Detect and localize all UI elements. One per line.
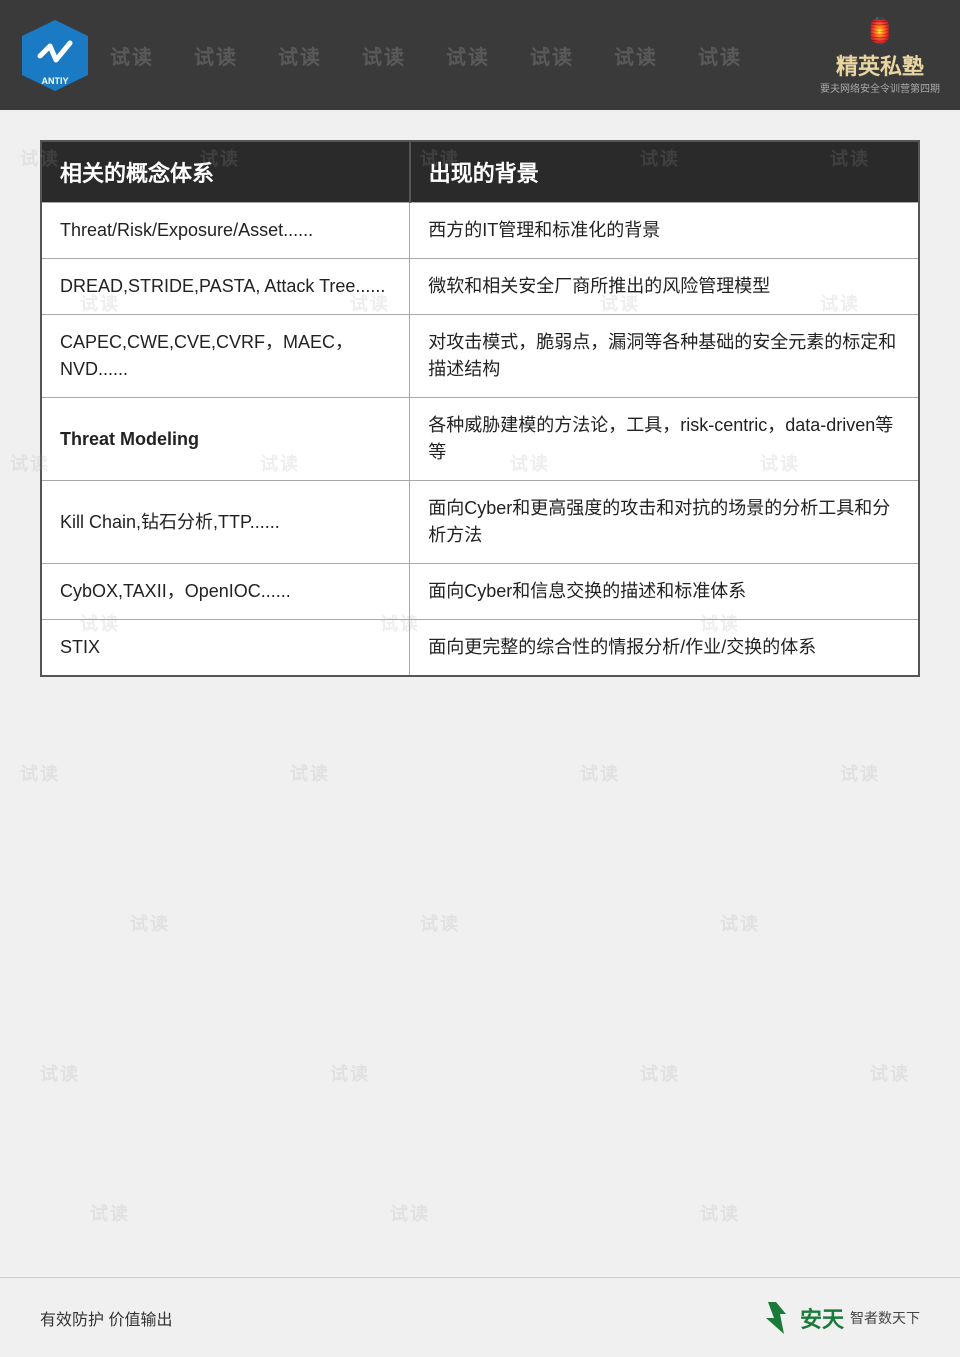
wm-29: 试读 [700, 1200, 740, 1226]
concept-table: 相关的概念体系 出现的背景 Threat/Risk/Exposure/Asset… [40, 140, 920, 677]
brand-subtitle: 要夫网络安全令训营第四期 [820, 80, 940, 95]
header-wm-4: 试读 [362, 41, 406, 70]
brand-icon: 🏮 [853, 16, 908, 56]
table-row: Threat Modeling各种威胁建模的方法论，工具，risk-centri… [41, 398, 919, 481]
header: ANTIY 试读 试读 试读 试读 试读 试读 试读 试读 🏮 精英私塾 要夫网… [0, 0, 960, 110]
table-cell-right-3: 各种威胁建模的方法论，工具，risk-centric，data-driven等等 [410, 398, 919, 481]
wm-27: 试读 [90, 1200, 130, 1226]
main-content: 相关的概念体系 出现的背景 Threat/Risk/Exposure/Asset… [0, 110, 960, 707]
footer-slogan: 有效防护 价值输出 [40, 1306, 172, 1330]
wm-20: 试读 [130, 910, 170, 936]
table-row: CybOX,TAXII，OpenIOC......面向Cyber和信息交换的描述… [41, 564, 919, 620]
wm-17: 试读 [290, 760, 330, 786]
header-wm-1: 试读 [110, 41, 154, 70]
table-cell-left-0: Threat/Risk/Exposure/Asset...... [41, 203, 410, 259]
wm-28: 试读 [390, 1200, 430, 1226]
header-wm-7: 试读 [614, 41, 658, 70]
wm-18: 试读 [580, 760, 620, 786]
wm-24: 试读 [330, 1060, 370, 1086]
header-wm-3: 试读 [278, 41, 322, 70]
table-cell-left-6: STIX [41, 620, 410, 677]
footer-brand-tagline: 智者数天下 [850, 1308, 920, 1328]
footer-brand: 安天 智者数天下 [758, 1300, 920, 1336]
table-cell-left-3: Threat Modeling [41, 398, 410, 481]
svg-text:🏮: 🏮 [863, 16, 895, 46]
table-row: CAPEC,CWE,CVE,CVRF，MAEC，NVD......对攻击模式，脆… [41, 315, 919, 398]
footer-logo-icon [758, 1300, 794, 1336]
table-row: DREAD,STRIDE,PASTA, Attack Tree......微软和… [41, 259, 919, 315]
wm-22: 试读 [720, 910, 760, 936]
wm-16: 试读 [20, 760, 60, 786]
table-row: Threat/Risk/Exposure/Asset......西方的IT管理和… [41, 203, 919, 259]
footer: 有效防护 价值输出 安天 智者数天下 [0, 1277, 960, 1357]
header-brand: 🏮 精英私塾 要夫网络安全令训营第四期 [820, 16, 940, 95]
table-cell-left-2: CAPEC,CWE,CVE,CVRF，MAEC，NVD...... [41, 315, 410, 398]
header-wm-5: 试读 [446, 41, 490, 70]
table-cell-right-2: 对攻击模式，脆弱点，漏洞等各种基础的安全元素的标定和描述结构 [410, 315, 919, 398]
table-cell-left-5: CybOX,TAXII，OpenIOC...... [41, 564, 410, 620]
table-row: STIX面向更完整的综合性的情报分析/作业/交换的体系 [41, 620, 919, 677]
table-cell-right-5: 面向Cyber和信息交换的描述和标准体系 [410, 564, 919, 620]
table-cell-right-1: 微软和相关安全厂商所推出的风险管理模型 [410, 259, 919, 315]
col-header-right: 出现的背景 [410, 141, 919, 203]
table-cell-right-4: 面向Cyber和更高强度的攻击和对抗的场景的分析工具和分析方法 [410, 481, 919, 564]
table-cell-right-0: 西方的IT管理和标准化的背景 [410, 203, 919, 259]
table-cell-right-6: 面向更完整的综合性的情报分析/作业/交换的体系 [410, 620, 919, 677]
wm-23: 试读 [40, 1060, 80, 1086]
wm-21: 试读 [420, 910, 460, 936]
wm-26: 试读 [870, 1060, 910, 1086]
col-header-left: 相关的概念体系 [41, 141, 410, 203]
table-row: Kill Chain,钻石分析,TTP......面向Cyber和更高强度的攻击… [41, 481, 919, 564]
header-wm-2: 试读 [194, 41, 238, 70]
footer-brand-name: 安天 [800, 1302, 844, 1334]
wm-25: 试读 [640, 1060, 680, 1086]
table-cell-left-4: Kill Chain,钻石分析,TTP...... [41, 481, 410, 564]
wm-19: 试读 [840, 760, 880, 786]
header-watermark-strip: 试读 试读 试读 试读 试读 试读 试读 试读 [0, 0, 960, 110]
header-wm-6: 试读 [530, 41, 574, 70]
table-cell-left-1: DREAD,STRIDE,PASTA, Attack Tree...... [41, 259, 410, 315]
brand-name: 精英私塾 [836, 56, 924, 78]
header-wm-8: 试读 [698, 41, 742, 70]
